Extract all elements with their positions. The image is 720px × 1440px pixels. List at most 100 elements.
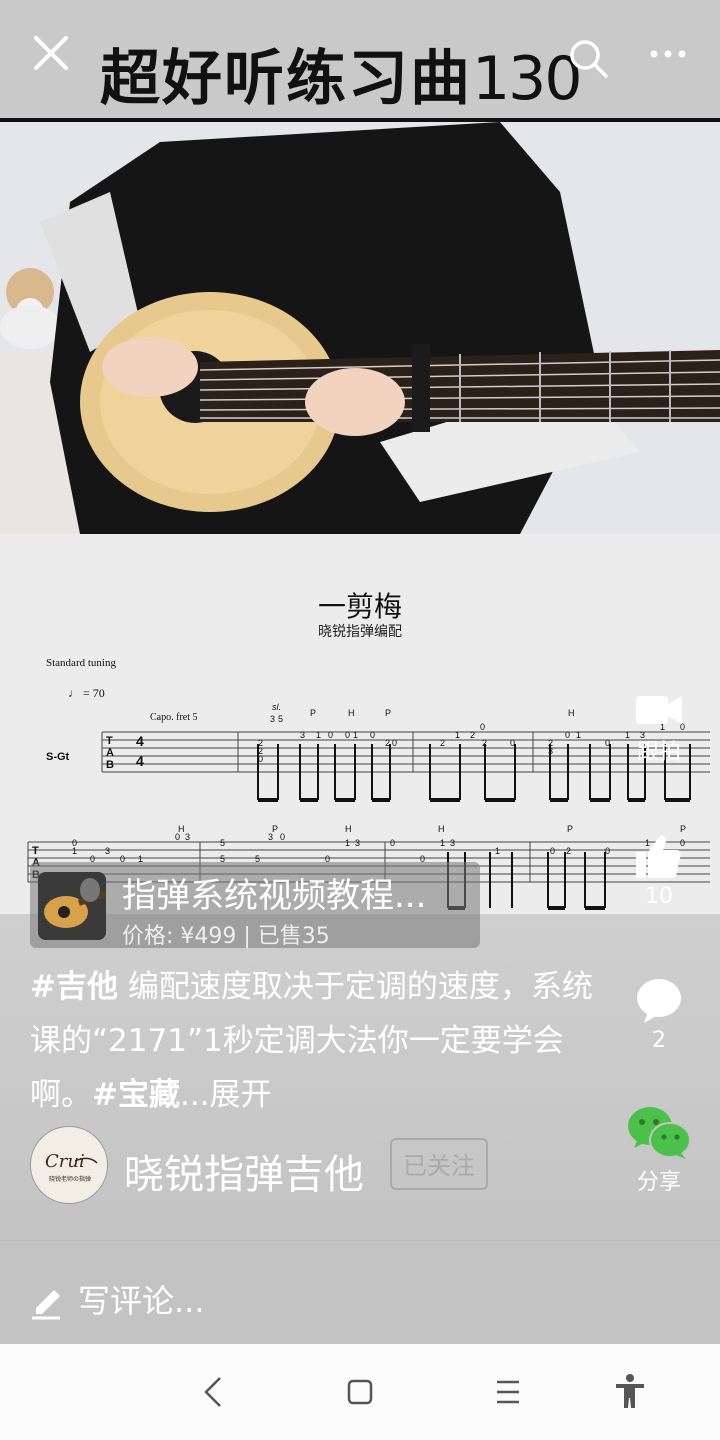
product-thumbnail [38, 872, 106, 940]
svg-text:3: 3 [105, 846, 110, 856]
svg-text:H: H [568, 708, 575, 718]
svg-text:0: 0 [390, 838, 395, 848]
avatar-logo-text: Crui [45, 1151, 85, 1172]
capo-label: Capo. fret 5 [150, 712, 198, 723]
svg-text:5: 5 [278, 714, 283, 724]
sheet-arranger: 晓锐指弹编配 [318, 624, 402, 640]
thumbs-up-icon [636, 835, 681, 878]
home-button[interactable] [338, 1370, 382, 1414]
svg-text:0: 0 [328, 730, 333, 740]
search-icon [570, 40, 608, 78]
svg-text:2: 2 [566, 846, 571, 856]
svg-text:3: 3 [270, 714, 275, 724]
accessibility-button[interactable] [608, 1370, 652, 1414]
svg-text:1: 1 [345, 838, 350, 848]
svg-text:2: 2 [470, 730, 475, 740]
svg-text:T: T [106, 735, 113, 747]
close-button[interactable] [28, 30, 74, 76]
more-dots-icon [650, 50, 686, 58]
svg-text:A: A [106, 747, 114, 759]
wechat-icon [628, 1107, 691, 1159]
svg-text:T: T [32, 845, 39, 857]
svg-text:3: 3 [185, 832, 190, 842]
svg-text:1: 1 [495, 846, 500, 856]
svg-text:0: 0 [510, 738, 515, 748]
svg-text:3: 3 [300, 730, 305, 740]
svg-text:0: 0 [280, 832, 285, 842]
share-label: 分享 [636, 1170, 681, 1195]
video-player[interactable] [0, 122, 720, 534]
svg-text:2: 2 [385, 738, 390, 748]
svg-text:0: 0 [480, 722, 485, 732]
record-along-button[interactable]: 跟拍 [614, 690, 704, 766]
svg-text:0: 0 [258, 754, 263, 764]
svg-text:B: B [106, 759, 114, 771]
svg-text:P: P [567, 824, 573, 834]
title-number: 130 [472, 44, 583, 114]
svg-text:3: 3 [450, 838, 455, 848]
guitar-player-video-frame [0, 122, 720, 534]
svg-text:P: P [310, 708, 316, 718]
close-icon [34, 36, 68, 70]
svg-text:0: 0 [565, 730, 570, 740]
recents-button[interactable] [486, 1370, 530, 1414]
tuning-label: Standard tuning [46, 657, 116, 669]
like-button[interactable]: 10 [614, 832, 704, 909]
follow-button[interactable]: 已关注 [390, 1138, 488, 1190]
expand-caption-link[interactable]: ...展开 [180, 1077, 272, 1113]
svg-text:4: 4 [136, 753, 144, 769]
author-avatar[interactable]: Crui 晓锐老师の指弹 [30, 1126, 108, 1204]
svg-text:S-Gt: S-Gt [46, 751, 70, 763]
hashtag-guitar[interactable]: #吉他 [30, 969, 118, 1005]
svg-text:0: 0 [605, 738, 610, 748]
back-button[interactable] [192, 1370, 236, 1414]
back-chevron-icon [204, 1377, 221, 1407]
svg-text:0: 0 [550, 846, 555, 856]
comment-input[interactable]: 写评论... [30, 1268, 430, 1324]
more-options-button[interactable] [644, 36, 692, 72]
video-title-overlay: 超好听练习曲130 [100, 30, 583, 117]
product-card[interactable]: 指弹系统视频教程... 价格: ¥499 | 已售35 [30, 862, 480, 949]
home-square-icon [347, 1379, 373, 1405]
like-count: 10 [645, 884, 673, 909]
svg-text:H: H [348, 708, 355, 718]
svg-text:2: 2 [482, 738, 487, 748]
svg-text:1: 1 [455, 730, 460, 740]
svg-text:H: H [345, 824, 352, 834]
comment-count: 2 [652, 1028, 666, 1053]
pencil-icon [32, 1290, 60, 1320]
svg-text:0: 0 [370, 730, 375, 740]
tempo-label: ♩ = 70 [68, 686, 105, 700]
svg-text:sl.: sl. [272, 702, 281, 712]
svg-text:3: 3 [548, 746, 553, 756]
svg-text:4: 4 [136, 733, 144, 749]
video-caption: #吉他 编配速度取决于定调的速度，系统课的“2171”1秒定调大法你一定要学会啊… [30, 960, 600, 1122]
menu-lines-icon [497, 1380, 519, 1404]
title-text: 超好听练习曲 [100, 44, 472, 114]
share-button[interactable]: 分享 [614, 1104, 704, 1196]
video-camera-icon [636, 696, 682, 724]
product-price: 价格: ¥499 | 已售35 [122, 924, 330, 949]
svg-text:H: H [438, 824, 445, 834]
comment-button[interactable]: 2 [614, 976, 704, 1053]
svg-text:5: 5 [220, 838, 225, 848]
product-title: 指弹系统视频教程... [122, 876, 427, 916]
search-button[interactable] [566, 36, 610, 80]
svg-text:P: P [272, 824, 278, 834]
svg-text:0: 0 [392, 738, 397, 748]
svg-text:1: 1 [440, 838, 445, 848]
svg-text:H: H [178, 824, 185, 834]
author-name[interactable]: 晓锐指弹吉他 [124, 1142, 364, 1200]
svg-text:0: 0 [345, 730, 350, 740]
svg-text:3: 3 [355, 838, 360, 848]
comment-placeholder: 写评论... [78, 1282, 205, 1320]
svg-text:1: 1 [576, 730, 581, 740]
svg-text:P: P [385, 708, 391, 718]
svg-text:1: 1 [72, 846, 77, 856]
record-along-label: 跟拍 [636, 740, 681, 765]
comment-bubble-icon [637, 979, 681, 1023]
svg-text:1: 1 [353, 730, 358, 740]
hashtag-treasure[interactable]: #宝藏 [92, 1077, 180, 1113]
svg-text:2: 2 [440, 738, 445, 748]
accessibility-icon [616, 1374, 644, 1408]
